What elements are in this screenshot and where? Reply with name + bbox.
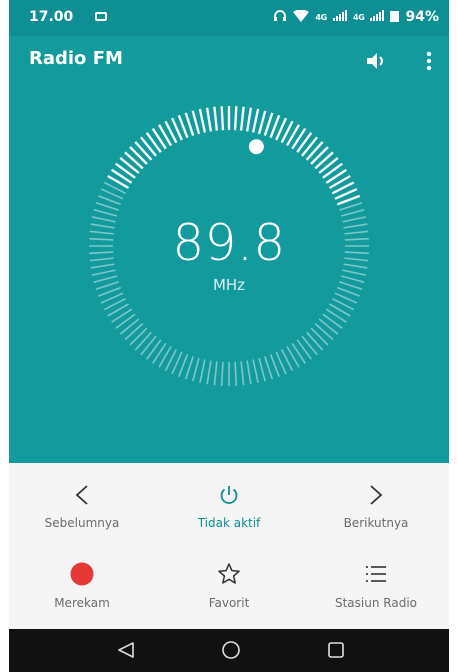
dial-tick xyxy=(198,108,207,133)
frequency-display: 89.8 xyxy=(172,214,286,272)
dial-tick xyxy=(124,151,144,170)
dial-tick xyxy=(314,323,334,341)
dial-tick xyxy=(310,146,329,165)
dial-tick xyxy=(184,112,195,137)
dial-tick xyxy=(213,361,218,386)
dial-tick xyxy=(199,359,206,384)
chevron-left-icon xyxy=(62,475,102,515)
home-icon[interactable] xyxy=(221,640,241,664)
dial-knob[interactable] xyxy=(248,139,264,155)
app-title: Radio FM xyxy=(29,48,123,69)
recents-icon[interactable] xyxy=(327,641,345,663)
dial-tick xyxy=(252,359,259,384)
list-icon xyxy=(356,554,396,594)
dial-tick xyxy=(134,141,153,161)
dial-tick xyxy=(134,331,152,351)
navigation-bar xyxy=(9,629,449,672)
record-icon xyxy=(62,554,102,594)
speaker-icon[interactable] xyxy=(365,50,387,72)
dial-tick xyxy=(191,110,201,135)
dial-tick xyxy=(234,361,238,386)
battery-percent: 94% xyxy=(405,9,439,25)
dial-tick xyxy=(339,201,363,211)
next-button[interactable]: Berikutnya xyxy=(303,463,449,546)
dial-tick xyxy=(245,107,253,132)
dial-tick xyxy=(206,360,212,385)
signal-icon-2 xyxy=(370,10,385,24)
dial-tick xyxy=(310,327,329,346)
dial-tick xyxy=(257,110,267,135)
dial-tick xyxy=(258,357,267,382)
dial-tick xyxy=(322,313,343,329)
network-type-1: 4G xyxy=(315,12,327,22)
dial-tick xyxy=(184,356,194,380)
dial-tick xyxy=(119,318,140,335)
stations-button[interactable]: Stasiun Radio xyxy=(303,546,449,629)
dial-tick xyxy=(129,146,148,165)
next-label: Berikutnya xyxy=(343,516,409,530)
dial-tick xyxy=(251,108,260,133)
power-label: Tidak aktif xyxy=(197,516,261,530)
record-button[interactable]: Merekam xyxy=(9,546,155,629)
dial-tick xyxy=(318,156,339,174)
dial-tick xyxy=(115,313,136,329)
wifi-icon xyxy=(293,9,310,25)
more-vert-icon[interactable] xyxy=(425,50,433,72)
favorite-label: Favorit xyxy=(208,596,250,610)
star-icon xyxy=(209,554,249,594)
dial-tick xyxy=(305,141,324,161)
dial-tick xyxy=(263,112,274,137)
dial-tick xyxy=(296,339,312,360)
headphones-icon xyxy=(273,9,287,25)
dial-tick xyxy=(139,136,157,157)
frequency-unit: MHz xyxy=(212,276,246,294)
radio-fm-screen: 17.00 4G 4G 94% Radio FM 89.8 MHz Sebelu… xyxy=(9,0,449,672)
signal-icon xyxy=(332,10,347,24)
dial-tick xyxy=(264,356,274,380)
dial-tick xyxy=(220,361,224,386)
battery-icon xyxy=(390,10,400,25)
dial-tick xyxy=(301,136,319,157)
power-button[interactable]: Tidak aktif xyxy=(156,463,302,546)
dial-tick xyxy=(213,106,219,131)
dial-tick xyxy=(220,106,225,131)
dial-tick xyxy=(146,339,162,360)
dial-tick xyxy=(233,106,238,131)
stations-label: Stasiun Radio xyxy=(334,596,417,610)
dial-tick xyxy=(95,201,119,211)
power-icon xyxy=(209,475,249,515)
previous-label: Sebelumnya xyxy=(44,516,120,530)
status-icons: 4G 4G 94% xyxy=(273,9,439,25)
network-type-2: 4G xyxy=(352,12,365,22)
record-label: Merekam xyxy=(54,596,110,610)
back-icon[interactable] xyxy=(116,641,136,663)
dial-tick xyxy=(239,106,245,131)
tuner-panel: 89.8 MHz xyxy=(9,86,449,463)
dial-tick xyxy=(140,335,157,356)
dial-tick xyxy=(306,331,324,351)
dial-tick xyxy=(191,357,200,382)
control-panel: Sebelumnya Tidak aktif Berikutnya Mereka… xyxy=(9,463,449,629)
dial-tick xyxy=(124,323,144,341)
status-bar: 17.00 4G 4G 94% xyxy=(9,0,449,36)
gallery-notification-icon xyxy=(95,12,107,21)
dial-tick xyxy=(318,318,339,335)
dial-tick xyxy=(314,151,334,170)
dial-tick xyxy=(119,156,140,174)
dial-tick xyxy=(129,327,148,346)
chevron-right-icon xyxy=(356,475,396,515)
dial-tick xyxy=(246,360,252,385)
dial-tick xyxy=(240,361,245,386)
app-bar: Radio FM xyxy=(9,36,449,86)
status-time: 17.00 xyxy=(29,9,74,25)
favorite-button[interactable]: Favorit xyxy=(156,546,302,629)
dial-tick xyxy=(301,335,318,356)
tuning-dial[interactable] xyxy=(9,86,449,463)
dial-tick xyxy=(205,107,213,132)
previous-button[interactable]: Sebelumnya xyxy=(9,463,155,546)
